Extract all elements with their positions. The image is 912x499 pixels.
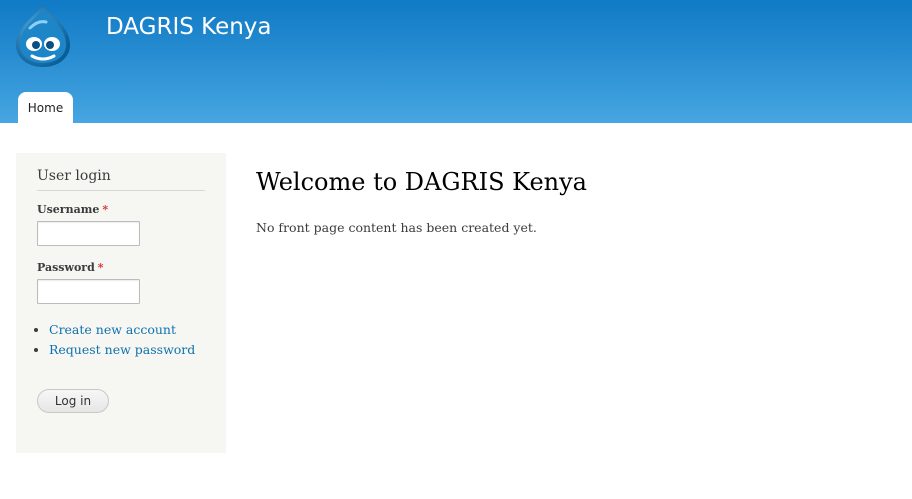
list-item: Request new password <box>33 341 195 361</box>
create-account-link[interactable]: Create new account <box>49 322 176 337</box>
username-label: Username * <box>37 203 108 216</box>
site-name-link[interactable]: DAGRIS Kenya <box>106 14 272 40</box>
list-item: Create new account <box>33 321 195 341</box>
block-title: User login <box>37 168 205 191</box>
required-marker: * <box>97 261 104 274</box>
page-title: Welcome to DAGRIS Kenya <box>256 168 587 196</box>
front-page-message: No front page content has been created y… <box>256 220 537 235</box>
password-label: Password * <box>37 261 104 274</box>
log-in-button[interactable]: Log in <box>37 389 109 413</box>
bullet-icon <box>34 348 38 352</box>
password-label-text: Password <box>37 261 95 274</box>
request-password-link[interactable]: Request new password <box>49 342 195 357</box>
required-marker: * <box>102 203 109 216</box>
user-login-block: User login Username * Password * Create ne… <box>16 153 226 453</box>
site-header: DAGRIS Kenya Home <box>0 0 912 123</box>
username-label-text: Username <box>37 203 100 216</box>
bullet-icon <box>34 328 38 332</box>
drupal-drop-icon[interactable] <box>12 2 74 68</box>
password-field[interactable] <box>37 279 140 304</box>
tab-home[interactable]: Home <box>18 92 73 123</box>
login-links-list: Create new account Request new password <box>33 321 195 361</box>
username-field[interactable] <box>37 221 140 246</box>
